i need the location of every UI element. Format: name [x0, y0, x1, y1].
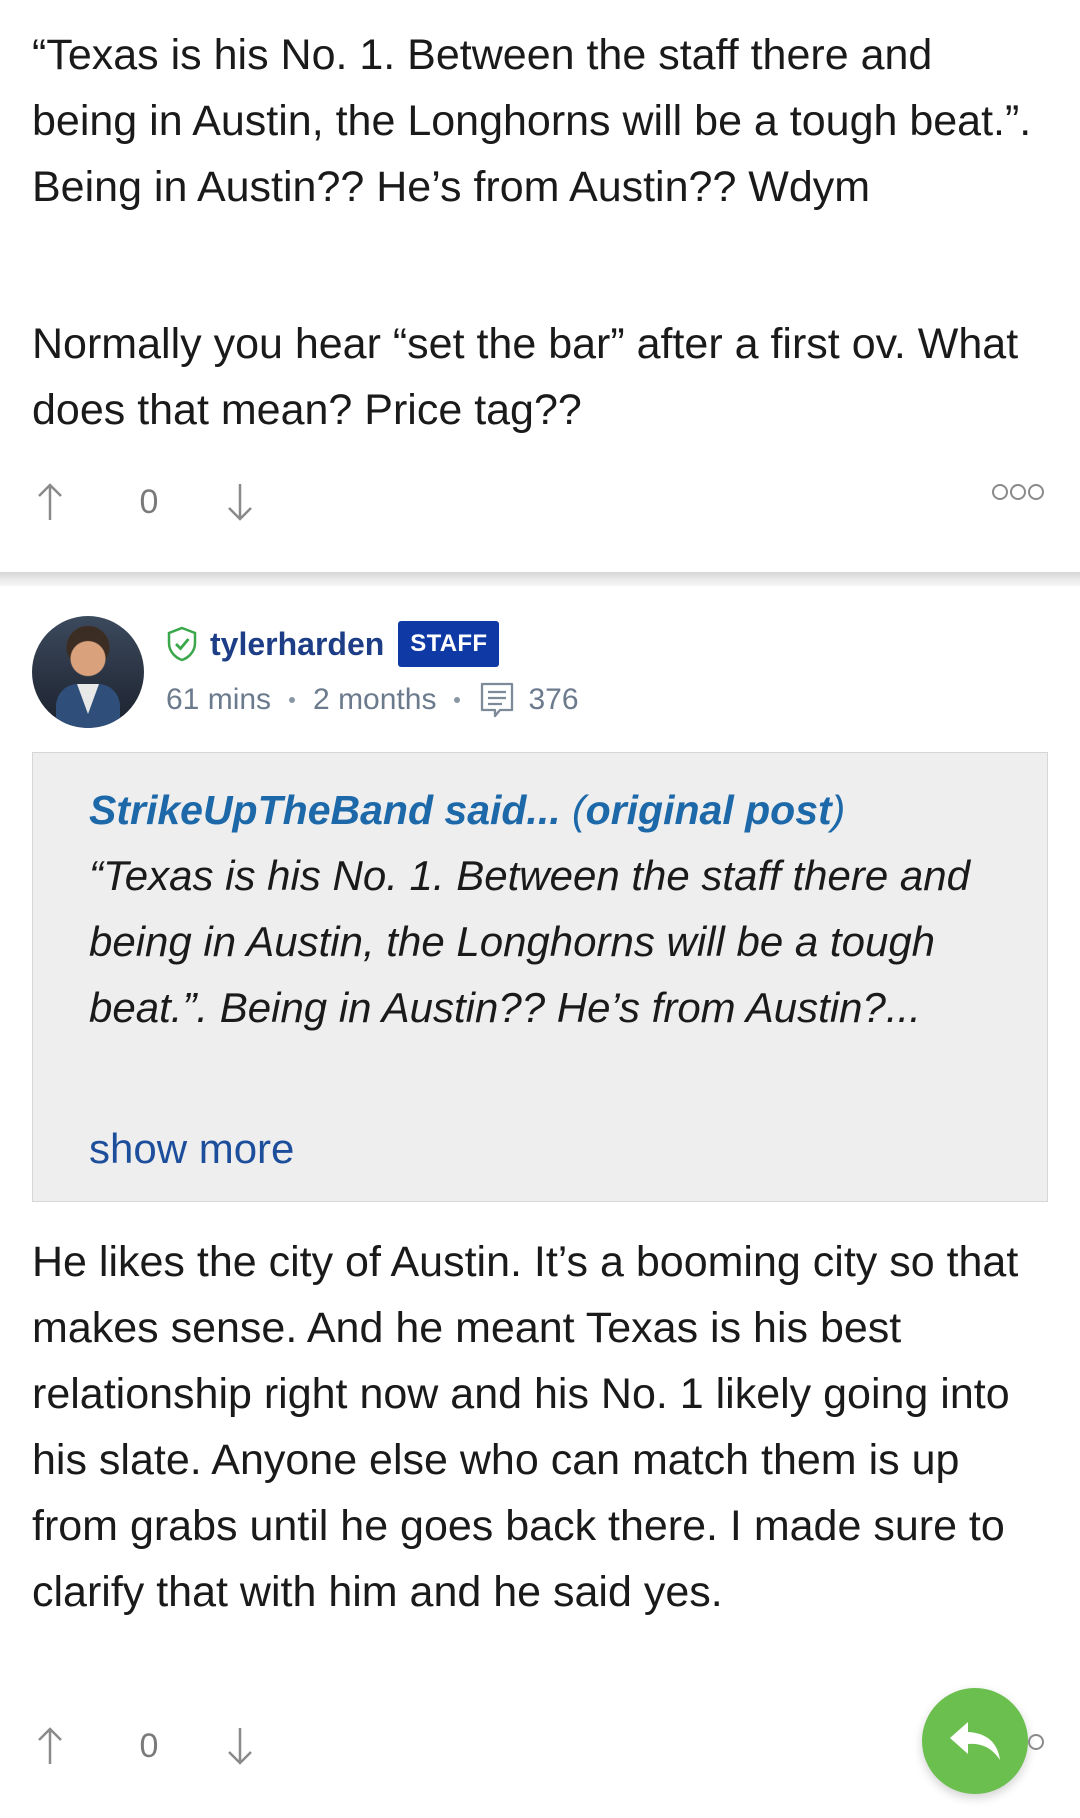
post-meta: 61 mins 2 months 376	[166, 680, 579, 720]
vote-bar: 0	[32, 472, 258, 532]
more-options-icon[interactable]	[1028, 1734, 1044, 1750]
vote-count: 0	[139, 482, 159, 521]
meta-separator	[289, 697, 296, 703]
downvote-arrow-icon[interactable]	[222, 478, 258, 526]
member-since: 2 months	[313, 683, 437, 716]
post-paragraph: Normally you hear “set the bar” after a …	[32, 320, 1019, 434]
show-more-link[interactable]: show more	[89, 1125, 294, 1173]
shield-check-icon	[167, 626, 197, 662]
vote-count: 0	[139, 1726, 159, 1765]
reply-arrow-icon	[950, 1722, 1000, 1760]
post-time: 61 mins	[166, 683, 272, 716]
post-paragraph: “Texas is his No. 1. Between the staff t…	[32, 31, 1032, 211]
upvote-arrow-icon[interactable]	[32, 1722, 68, 1770]
comment-icon	[481, 682, 514, 718]
upvote-arrow-icon[interactable]	[32, 478, 68, 526]
quote-author[interactable]: StrikeUpTheBand said...	[89, 787, 561, 833]
author-row: tylerharden STAFF	[166, 618, 500, 670]
username-link[interactable]: tylerharden	[210, 626, 384, 663]
quote-header: StrikeUpTheBand said... (original post)	[89, 787, 846, 833]
downvote-arrow-icon[interactable]	[222, 1722, 258, 1770]
quote-block: StrikeUpTheBand said... (original post) …	[32, 752, 1048, 1202]
post-count: 376	[528, 683, 579, 716]
vote-bar: 0	[32, 1716, 258, 1776]
staff-badge: STAFF	[398, 621, 500, 667]
quote-text: “Texas is his No. 1. Between the staff t…	[89, 852, 970, 1031]
original-post-link[interactable]: original post	[586, 787, 832, 833]
meta-separator	[454, 697, 461, 703]
avatar[interactable]	[32, 616, 144, 728]
reply-body: He likes the city of Austin. It’s a boom…	[32, 1238, 1019, 1616]
post-divider	[0, 572, 1080, 586]
more-options-icon[interactable]	[992, 484, 1044, 500]
reply-button[interactable]	[922, 1688, 1028, 1794]
